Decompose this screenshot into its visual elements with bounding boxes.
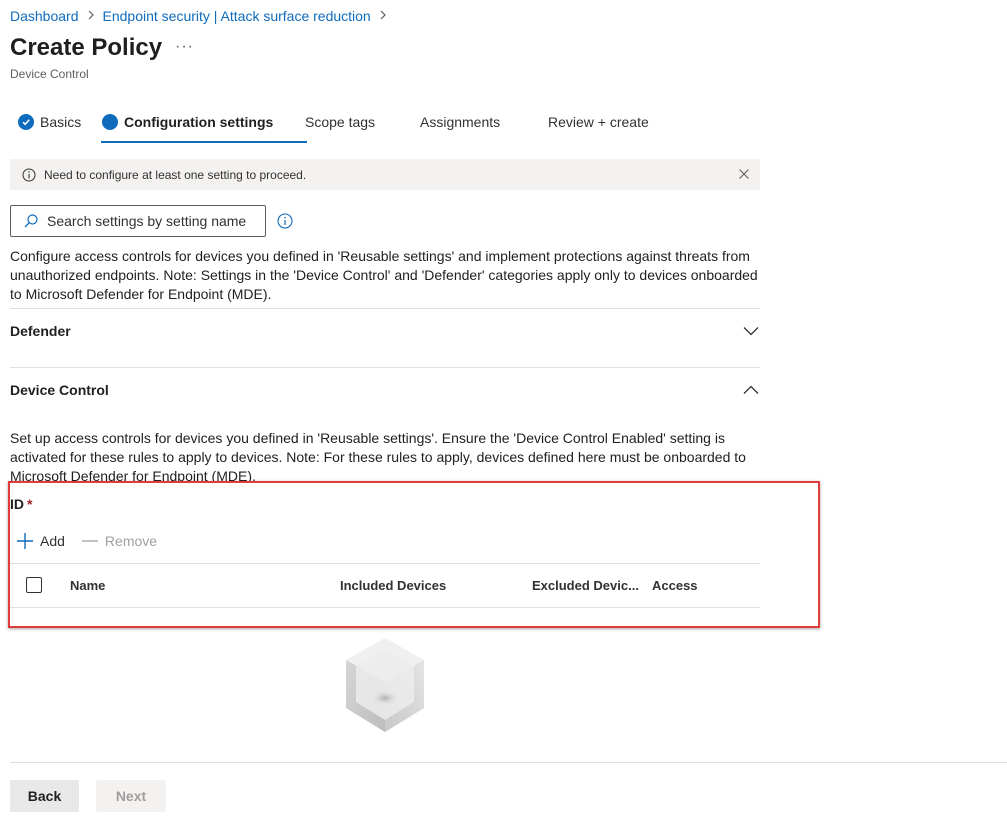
section-title: Device Control	[10, 382, 109, 398]
tab-scope-tags[interactable]: Scope tags	[305, 108, 420, 136]
info-message-text: Need to configure at least one setting t…	[44, 167, 307, 182]
section-defender[interactable]: Defender	[10, 321, 760, 341]
section-title: Defender	[10, 323, 71, 339]
tab-label: Assignments	[420, 114, 501, 130]
chevron-down-icon	[743, 327, 759, 336]
tab-review-create[interactable]: Review + create	[548, 108, 658, 136]
chevron-up-icon	[743, 385, 759, 394]
tab-label: Configuration settings	[124, 114, 274, 130]
tab-label: Basics	[40, 114, 82, 130]
tab-label: Review + create	[548, 114, 649, 130]
page-subtitle: Device Control	[10, 67, 89, 81]
current-step-icon	[102, 114, 118, 130]
highlight-box	[8, 481, 820, 628]
wizard-tabs: Basics Configuration settings Scope tags…	[18, 108, 658, 144]
tab-assignments[interactable]: Assignments	[420, 108, 548, 136]
checkmark-circle-icon	[18, 114, 34, 130]
tab-configuration-settings[interactable]: Configuration settings	[101, 108, 307, 143]
breadcrumb-endpoint-security[interactable]: Endpoint security | Attack surface reduc…	[103, 8, 371, 24]
close-icon[interactable]	[738, 168, 750, 180]
tab-basics[interactable]: Basics	[18, 108, 102, 136]
page-title: Create Policy	[10, 34, 163, 61]
chevron-right-icon	[379, 9, 387, 23]
back-button[interactable]: Back	[10, 780, 79, 812]
breadcrumb-dashboard[interactable]: Dashboard	[10, 8, 79, 24]
breadcrumb: Dashboard Endpoint security | Attack sur…	[10, 8, 395, 24]
divider	[10, 308, 760, 309]
section-device-control[interactable]: Device Control	[10, 380, 760, 400]
tab-label: Scope tags	[305, 114, 376, 130]
empty-state-cube-icon	[346, 638, 424, 732]
policy-description: Configure access controls for devices yo…	[10, 248, 758, 302]
search-input[interactable]: Search settings by setting name	[10, 205, 266, 237]
info-message-bar: Need to configure at least one setting t…	[10, 159, 760, 190]
info-icon[interactable]	[277, 213, 293, 229]
device-control-description: Set up access controls for devices you d…	[10, 430, 746, 482]
chevron-right-icon	[87, 9, 95, 23]
search-placeholder: Search settings by setting name	[47, 213, 247, 229]
divider	[10, 367, 760, 368]
info-icon	[22, 168, 36, 181]
footer-divider	[10, 762, 1007, 763]
search-icon	[24, 214, 38, 228]
more-options-icon[interactable]: ···	[175, 38, 194, 56]
next-button[interactable]: Next	[96, 780, 166, 812]
